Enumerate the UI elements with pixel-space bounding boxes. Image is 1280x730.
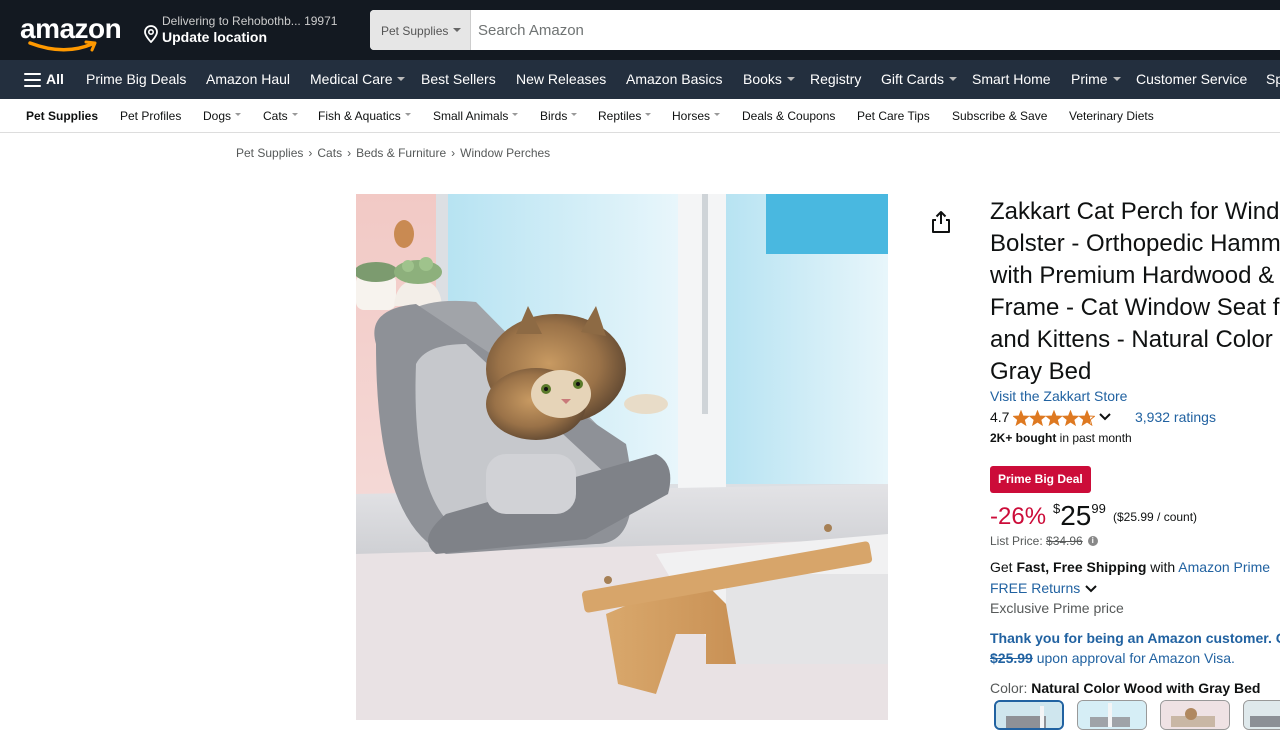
breadcrumb: Pet Supplies › Cats › Beds & Furniture › Windo… xyxy=(236,146,550,160)
subnav-birds[interactable]: Birds xyxy=(540,109,578,123)
breadcrumb-separator: › xyxy=(451,146,456,160)
update-location-text: Update location xyxy=(162,29,268,45)
chevron-down-icon xyxy=(453,28,461,32)
subnav-veterinary-diets[interactable]: Veterinary Diets xyxy=(1069,109,1154,123)
breadcrumb-link[interactable]: Cats xyxy=(317,146,342,160)
nav-item-truncated[interactable]: Sp xyxy=(1266,71,1280,87)
store-link[interactable]: Visit the Zakkart Store xyxy=(990,388,1127,404)
chevron-down-icon xyxy=(397,77,406,82)
color-swatch[interactable] xyxy=(1160,700,1230,730)
nav-item-prime-big-deals[interactable]: Prime Big Deals xyxy=(86,71,186,87)
deal-badge: Prime Big Deal xyxy=(990,466,1091,493)
breadcrumb-link[interactable]: Pet Supplies xyxy=(236,146,303,160)
list-price: List Price: $34.96 i xyxy=(990,534,1098,548)
color-swatch[interactable] xyxy=(994,700,1064,730)
nav-item-amazon-basics[interactable]: Amazon Basics xyxy=(626,71,722,87)
search-input[interactable] xyxy=(470,10,1270,50)
title-line: and Kittens - Natural Color xyxy=(990,326,1273,353)
breadcrumb-separator: › xyxy=(347,146,352,160)
breadcrumb-link[interactable]: Beds & Furniture xyxy=(356,146,446,160)
subnav-deals-coupons[interactable]: Deals & Coupons xyxy=(742,109,835,123)
subnav-pet-care-tips[interactable]: Pet Care Tips xyxy=(857,109,930,123)
nav-item-prime[interactable]: Prime xyxy=(1071,71,1121,87)
chevron-down-icon xyxy=(512,113,519,117)
subnav-dogs[interactable]: Dogs xyxy=(203,109,242,123)
chevron-down-icon xyxy=(949,77,958,82)
visa-offer-text[interactable]: $25.99 upon approval for Amazon Visa. xyxy=(990,650,1235,666)
search-category-dropdown[interactable]: Pet Supplies xyxy=(370,10,471,50)
title-line: Bolster - Orthopedic Hamm xyxy=(990,230,1280,257)
title-line: Gray Bed xyxy=(990,358,1092,385)
color-swatch[interactable] xyxy=(1243,700,1280,730)
subnav-horses[interactable]: Horses xyxy=(672,109,721,123)
share-icon[interactable] xyxy=(930,210,952,234)
chevron-down-icon[interactable] xyxy=(1098,412,1112,422)
color-swatches xyxy=(994,700,1280,730)
rating-value: 4.7 xyxy=(990,409,1010,425)
subnav-fish-aquatics[interactable]: Fish & Aquatics xyxy=(318,109,411,123)
subnav-cats[interactable]: Cats xyxy=(263,109,298,123)
top-header: amazon Delivering to Rehobothb... 19971 … xyxy=(0,0,1280,60)
all-menu-label: All xyxy=(46,71,64,87)
location-pin-icon xyxy=(144,25,158,43)
amazon-logo[interactable]: amazon xyxy=(20,12,124,52)
search-category-label: Pet Supplies xyxy=(381,24,449,38)
nav-item-medical-care[interactable]: Medical Care xyxy=(310,71,406,87)
chevron-down-icon xyxy=(714,113,721,117)
breadcrumb-separator: › xyxy=(308,146,313,160)
chevron-down-icon xyxy=(1112,77,1121,82)
nav-item-new-releases[interactable]: New Releases xyxy=(516,71,606,87)
subnav-pet-profiles[interactable]: Pet Profiles xyxy=(120,109,181,123)
chevron-down-icon xyxy=(571,113,578,117)
nav-item-books[interactable]: Books xyxy=(743,71,795,87)
nav-item-best-sellers[interactable]: Best Sellers xyxy=(421,71,496,87)
exclusive-prime-price: Exclusive Prime price xyxy=(990,600,1124,616)
chevron-down-icon xyxy=(1085,585,1097,593)
color-selection-label: Color: Natural Color Wood with Gray Bed xyxy=(990,680,1261,696)
shipping-info: Get Fast, Free Shipping with Amazon Prim… xyxy=(990,559,1271,575)
hamburger-icon xyxy=(24,73,41,87)
chevron-down-icon xyxy=(291,113,298,117)
subnav-small-animals[interactable]: Small Animals xyxy=(433,109,519,123)
search-bar: Pet Supplies xyxy=(370,10,1280,50)
nav-item-smart-home[interactable]: Smart Home xyxy=(972,71,1051,87)
visa-offer-headline[interactable]: Thank you for being an Amazon customer. … xyxy=(990,630,1280,646)
free-returns-link[interactable]: FREE Returns xyxy=(990,580,1098,596)
star-rating-icon[interactable] xyxy=(1013,410,1095,426)
product-title: Zakkart Cat Perch for Wind Bolster - Ort… xyxy=(990,196,1280,388)
chevron-down-icon xyxy=(786,77,795,82)
subnav-reptiles[interactable]: Reptiles xyxy=(598,109,652,123)
subnav-subscribe-save[interactable]: Subscribe & Save xyxy=(952,109,1047,123)
discount-percent: -26% xyxy=(990,503,1047,530)
ratings-count-link[interactable]: 3,932 ratings xyxy=(1135,409,1216,425)
rating-row: 4.7 3,932 ratings xyxy=(990,408,1280,428)
chevron-down-icon xyxy=(235,113,242,117)
title-line: with Premium Hardwood & xyxy=(990,262,1275,289)
chevron-down-icon xyxy=(404,113,411,117)
nav-item-amazon-haul[interactable]: Amazon Haul xyxy=(206,71,290,87)
info-icon[interactable]: i xyxy=(1087,535,1098,546)
title-line: Zakkart Cat Perch for Wind xyxy=(990,198,1280,225)
nav-item-customer-service[interactable]: Customer Service xyxy=(1136,71,1247,87)
price: $2599 xyxy=(1053,500,1106,531)
product-main-image[interactable] xyxy=(356,194,888,720)
price-row: -26% $2599 ($25.99 / count) xyxy=(990,498,1280,534)
amazon-smile-icon xyxy=(28,40,97,52)
category-subnav: Pet Supplies Pet Profiles Dogs Cats Fish… xyxy=(0,99,1280,133)
nav-item-gift-cards[interactable]: Gift Cards xyxy=(881,71,958,87)
nav-item-registry[interactable]: Registry xyxy=(810,71,861,87)
title-line: Frame - Cat Window Seat f xyxy=(990,294,1280,321)
amazon-prime-link[interactable]: Amazon Prime xyxy=(1178,559,1270,575)
chevron-down-icon xyxy=(645,113,652,117)
subnav-pet-supplies[interactable]: Pet Supplies xyxy=(26,109,98,123)
main-nav: All Prime Big Deals Amazon Haul Medical … xyxy=(0,60,1280,99)
bought-in-past-month: 2K+ bought in past month xyxy=(990,431,1132,445)
cat-window-perch-photo xyxy=(356,194,888,720)
unit-price: ($25.99 / count) xyxy=(1113,510,1198,524)
color-swatch[interactable] xyxy=(1077,700,1147,730)
deliver-to-text: Delivering to Rehobothb... 19971 xyxy=(162,14,338,28)
breadcrumb-link[interactable]: Window Perches xyxy=(460,146,550,160)
